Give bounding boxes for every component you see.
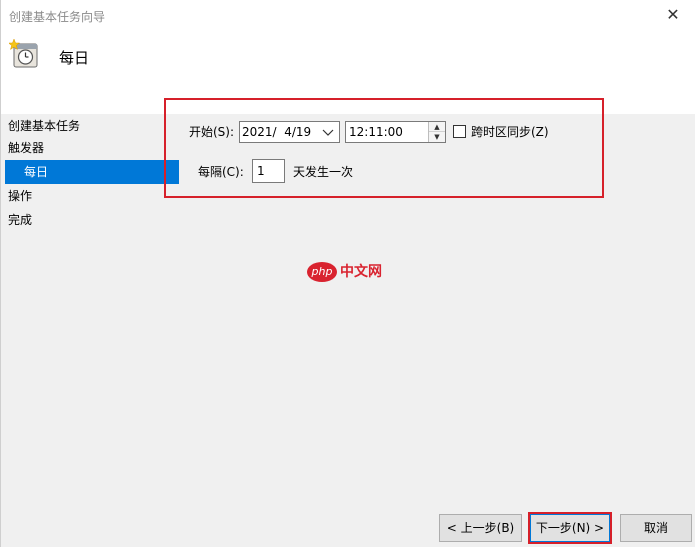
- page-title: 每日: [59, 49, 90, 67]
- time-spinner[interactable]: ▲ ▼: [428, 122, 445, 142]
- task-wizard-window: 创建基本任务向导 ✕ 每日 创建基本任务 触发器 每日 操作 完成 开始(S):…: [0, 0, 695, 547]
- sidebar-item-finish[interactable]: 完成: [1, 208, 179, 232]
- sidebar-item-trigger[interactable]: 触发器: [1, 136, 179, 160]
- start-time-value: 12:11:00: [349, 125, 403, 139]
- interval-input[interactable]: [252, 159, 285, 183]
- next-button[interactable]: 下一步(N) >: [530, 514, 610, 542]
- sidebar-item-create-basic-task[interactable]: 创建基本任务: [1, 114, 179, 138]
- start-date-value: 2021/ 4/19: [242, 125, 312, 139]
- sync-timezone-checkbox[interactable]: [453, 125, 466, 138]
- window-title: 创建基本任务向导: [9, 10, 106, 24]
- interval-label: 每隔(C):: [198, 165, 244, 179]
- spin-up-icon[interactable]: ▲: [429, 122, 445, 132]
- calendar-clock-icon: [9, 38, 38, 68]
- sync-timezone-label[interactable]: 跨时区同步(Z): [471, 121, 549, 143]
- back-button[interactable]: < 上一步(B): [439, 514, 522, 542]
- sidebar-item-action[interactable]: 操作: [1, 184, 179, 208]
- watermark-badge: php: [307, 262, 337, 282]
- title-bar: 创建基本任务向导 ✕: [1, 0, 695, 30]
- cancel-button[interactable]: 取消: [620, 514, 692, 542]
- interval-suffix: 天发生一次: [293, 165, 354, 179]
- chevron-down-icon[interactable]: [321, 124, 335, 140]
- start-label: 开始(S):: [189, 125, 235, 139]
- watermark-text: 中文网: [340, 264, 382, 280]
- close-button[interactable]: ✕: [650, 0, 695, 30]
- start-date-picker[interactable]: 2021/ 4/19: [239, 121, 340, 143]
- sidebar-item-daily[interactable]: 每日: [5, 160, 179, 184]
- highlight-box: [164, 98, 604, 198]
- start-time-field[interactable]: 12:11:00 ▲ ▼: [345, 121, 446, 143]
- spin-down-icon[interactable]: ▼: [429, 132, 445, 142]
